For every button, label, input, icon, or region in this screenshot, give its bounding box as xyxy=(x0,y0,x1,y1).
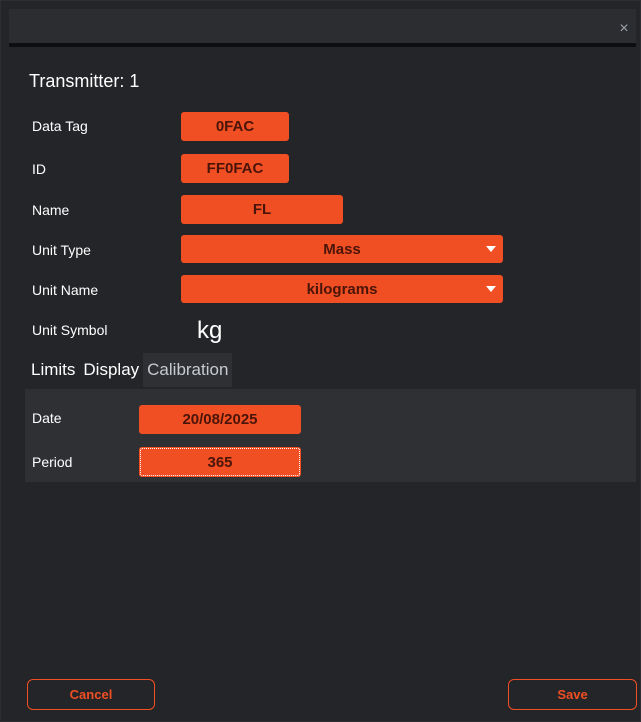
data-tag-label: Data Tag xyxy=(32,118,88,134)
chevron-down-icon xyxy=(486,286,496,292)
period-label: Period xyxy=(32,454,73,470)
unit-symbol-label: Unit Symbol xyxy=(32,322,108,338)
date-label: Date xyxy=(32,410,62,426)
unit-type-label: Unit Type xyxy=(32,242,91,258)
chevron-down-icon xyxy=(486,246,496,252)
cancel-button[interactable]: Cancel xyxy=(27,679,155,710)
unit-symbol-value: kg xyxy=(197,317,223,344)
save-button[interactable]: Save xyxy=(508,679,637,710)
title-bar: × xyxy=(9,9,636,43)
period-field[interactable]: 365 xyxy=(139,447,301,477)
calibration-panel xyxy=(25,389,636,482)
page-title: Transmitter: 1 xyxy=(29,71,140,91)
id-field[interactable]: FF0FAC xyxy=(181,154,289,183)
dialog-window: × Transmitter: 1 Data Tag 0FAC ID FF0FAC… xyxy=(0,0,641,722)
id-label: ID xyxy=(32,161,46,177)
close-icon[interactable]: × xyxy=(616,21,632,37)
tab-display[interactable]: Display xyxy=(79,353,143,387)
unit-type-value: Mass xyxy=(323,240,361,258)
name-field[interactable]: FL xyxy=(181,195,343,224)
unit-name-value: kilograms xyxy=(306,280,378,298)
name-label: Name xyxy=(32,202,70,218)
data-tag-field[interactable]: 0FAC xyxy=(181,112,289,141)
unit-name-label: Unit Name xyxy=(32,282,99,298)
tab-calibration[interactable]: Calibration xyxy=(143,353,233,387)
tab-limits[interactable]: Limits xyxy=(27,353,79,387)
unit-name-select[interactable]: kilograms xyxy=(181,275,503,303)
unit-type-select[interactable]: Mass xyxy=(181,235,503,263)
tab-bar: Limits Display Calibration xyxy=(27,353,233,387)
date-field[interactable]: 20/08/2025 xyxy=(139,405,301,434)
